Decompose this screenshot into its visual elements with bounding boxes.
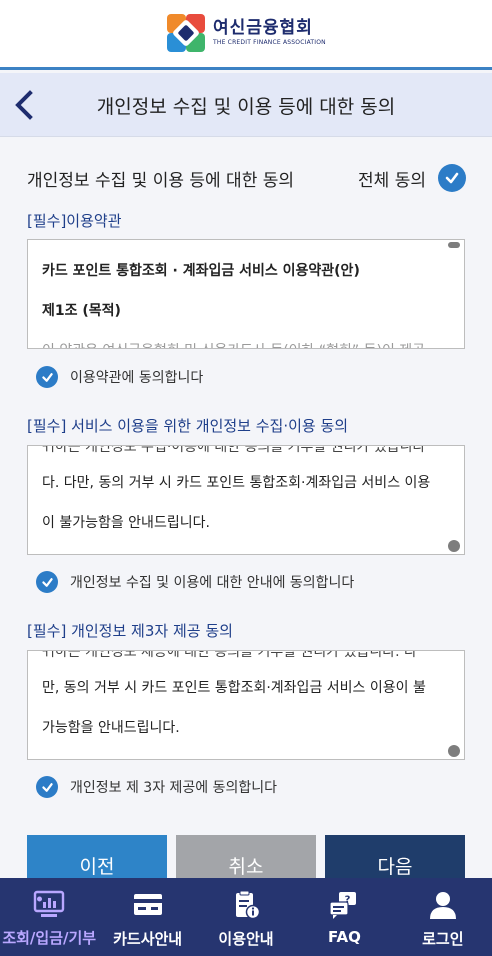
all-agree-check-icon[interactable]: [438, 164, 466, 192]
terms-box-article: 제1조 (목적): [42, 303, 121, 319]
privacy-collect-scroll-box[interactable]: 귀하는 개인정보 수집·이용에 대한 동의를 거부할 권리가 있습니다 다. 다…: [27, 445, 465, 555]
privacy-third-check-icon[interactable]: [36, 776, 58, 798]
user-icon: [429, 892, 456, 919]
privacy-third-line-cut: 귀하는 개인정보 제공에 대한 동의를 거부할 권리가 있습니다. 다: [42, 650, 417, 660]
terms-label: [필수]이용약관: [27, 212, 122, 230]
top-brand-bar: 여신금융협회 THE CREDIT FINANCE ASSOCIATION: [0, 0, 492, 70]
monitor-chart-icon: [34, 890, 65, 917]
logo-name-en: THE CREDIT FINANCE ASSOCIATION: [213, 39, 326, 46]
privacy-third-scroll-box[interactable]: 귀하는 개인정보 제공에 대한 동의를 거부할 권리가 있습니다. 다 만, 동…: [27, 650, 465, 760]
prev-button[interactable]: 이전: [27, 835, 167, 878]
privacy-collect-label: [필수] 서비스 이용을 위한 개인정보 수집·이용 동의: [27, 417, 349, 435]
logo-name-kr: 여신금융협회: [213, 18, 313, 38]
terms-scroll-box[interactable]: 카드 포인트 통합조회 · 계좌입금 서비스 이용약관(안) 제1조 (목적) …: [27, 239, 465, 349]
logo-mark-icon: [167, 14, 205, 52]
privacy-third-line2: 가능함을 안내드립니다.: [42, 720, 180, 736]
privacy-collect-check-icon[interactable]: [36, 571, 58, 593]
tab-card-companies-label: 카드사안내: [113, 930, 183, 948]
consent-content[interactable]: 개인정보 수집 및 이용 등에 대한 동의 전체 동의 [필수]이용약관 카드 …: [0, 138, 492, 878]
privacy-collect-line-cut: 귀하는 개인정보 수집·이용에 대한 동의를 거부할 권리가 있습니다: [42, 445, 426, 455]
terms-scrollbar-thumb[interactable]: [448, 242, 460, 248]
tab-card-companies[interactable]: 카드사안내: [98, 878, 196, 956]
question-chat-icon: ?: [329, 892, 357, 919]
terms-box-title: 카드 포인트 통합조회 · 계좌입금 서비스 이용약관(안): [42, 263, 360, 279]
tab-usage-guide-label: 이용안내: [218, 930, 274, 948]
tab-inquiry-label: 조회/입금/기부: [2, 929, 97, 947]
tab-usage-guide[interactable]: 이용안내: [197, 878, 295, 956]
privacy-collect-line1: 다. 다만, 동의 거부 시 카드 포인트 통합조회·계좌입금 서비스 이용: [42, 475, 431, 491]
tab-login[interactable]: 로그인: [394, 878, 492, 956]
terms-agree-text: 이용약관에 동의합니다: [70, 370, 204, 386]
page-header: 개인정보 수집 및 이용 등에 대한 동의: [0, 73, 492, 137]
terms-agree-row[interactable]: 이용약관에 동의합니다: [36, 366, 203, 388]
next-button[interactable]: 다음: [325, 835, 465, 878]
bottom-tab-bar: 조회/입금/기부 카드사안내 이용안내 ? FAQ 로그인: [0, 878, 492, 956]
tab-faq-label: FAQ: [327, 928, 361, 946]
privacy-third-label: [필수] 개인정보 제3자 제공 동의: [27, 622, 233, 640]
privacy-collect-scrollbar-thumb[interactable]: [448, 540, 460, 552]
tab-login-label: 로그인: [422, 930, 464, 948]
page-title: 개인정보 수집 및 이용 등에 대한 동의: [96, 96, 396, 118]
privacy-third-agree-text: 개인정보 제 3자 제공에 동의합니다: [70, 780, 278, 796]
tab-faq[interactable]: ? FAQ: [295, 878, 393, 956]
consent-section-title: 개인정보 수집 및 이용 등에 대한 동의: [27, 171, 295, 191]
clipboard-info-icon: [236, 890, 261, 920]
logo[interactable]: 여신금융협회 THE CREDIT FINANCE ASSOCIATION: [167, 14, 326, 52]
credit-card-icon: [133, 894, 162, 915]
privacy-third-scrollbar-thumb[interactable]: [448, 745, 460, 757]
cancel-button[interactable]: 취소: [176, 835, 316, 878]
privacy-collect-agree-text: 개인정보 수집 및 이용에 대한 안내에 동의합니다: [70, 575, 355, 591]
terms-box-text: 이 약관은 여신금융협회 및 신용카드사 등(이하 “협회” 등)이 제공: [42, 340, 450, 348]
tab-inquiry[interactable]: 조회/입금/기부: [0, 878, 98, 956]
all-agree-label: 전체 동의: [358, 170, 426, 191]
privacy-third-agree-row[interactable]: 개인정보 제 3자 제공에 동의합니다: [36, 776, 277, 798]
privacy-collect-agree-row[interactable]: 개인정보 수집 및 이용에 대한 안내에 동의합니다: [36, 571, 354, 593]
all-agree-toggle[interactable]: 전체 동의: [358, 164, 466, 192]
terms-check-icon[interactable]: [36, 366, 58, 388]
privacy-collect-line2: 이 불가능함을 안내드립니다.: [42, 515, 210, 531]
privacy-third-line1: 만, 동의 거부 시 카드 포인트 통합조회·계좌입금 서비스 이용이 불: [42, 680, 426, 696]
